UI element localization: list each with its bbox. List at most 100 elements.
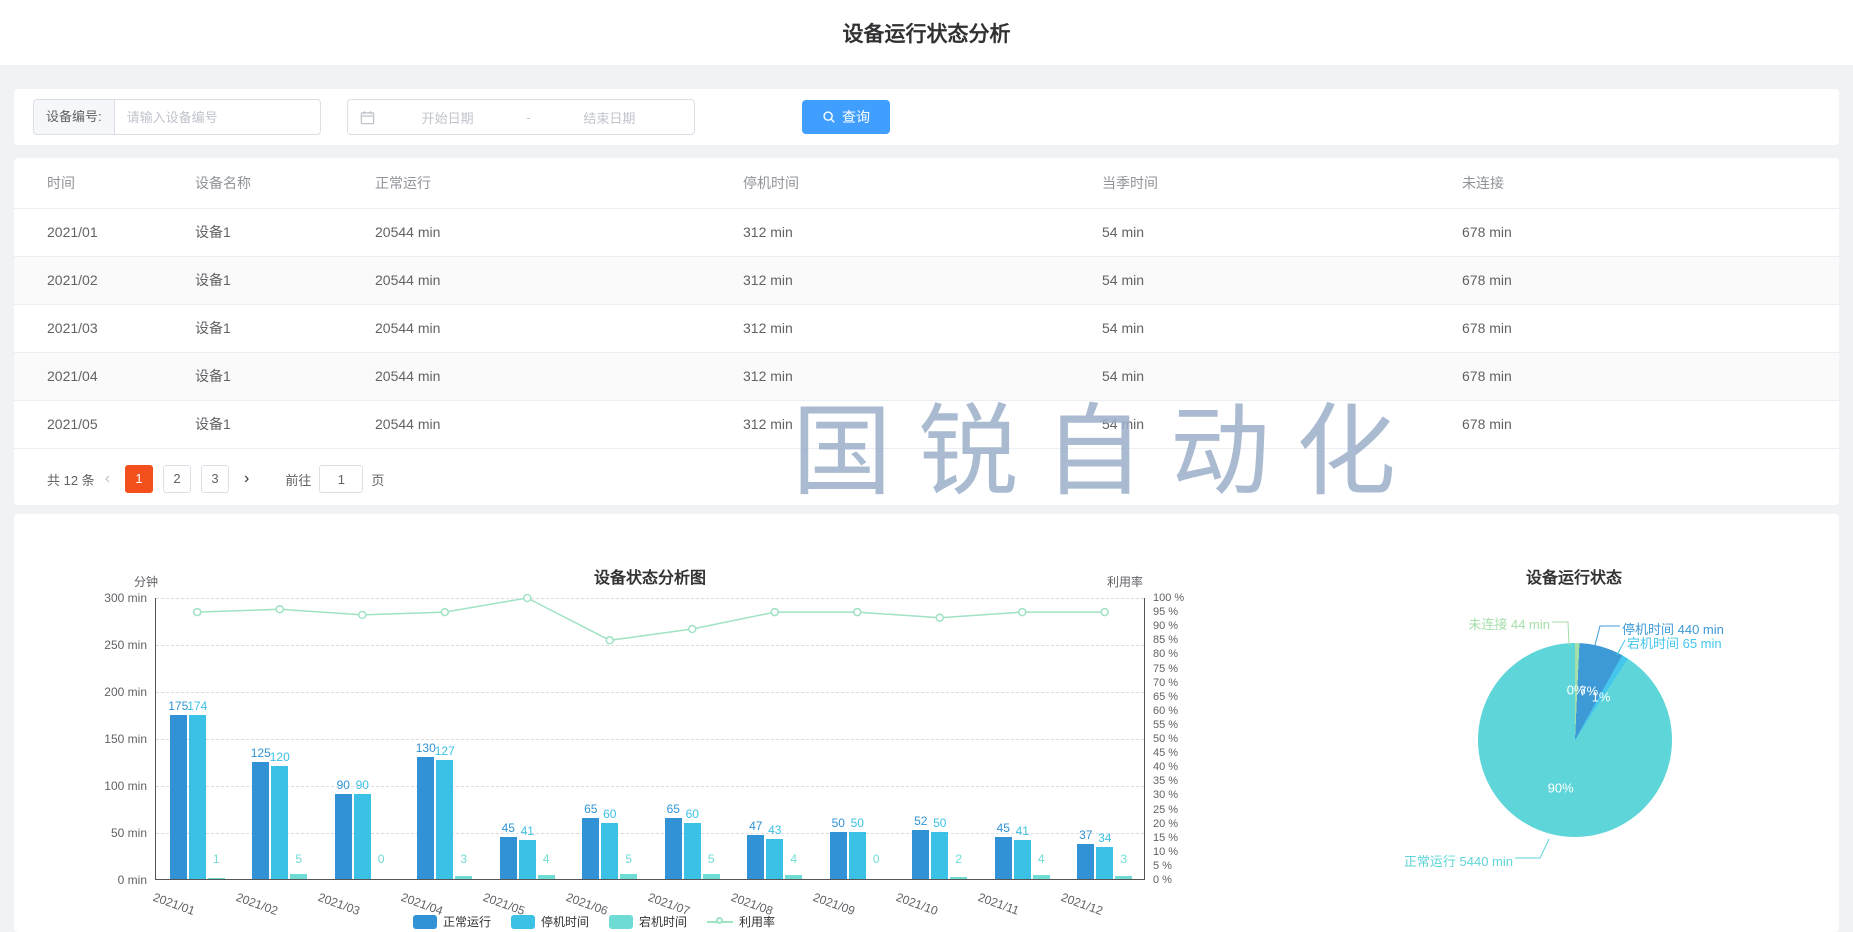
table-row[interactable]: 2021/05设备120544 min312 min54 min678 min bbox=[14, 400, 1839, 448]
date-range-picker[interactable]: 开始日期 - 结束日期 bbox=[347, 99, 695, 135]
legend-label: 正常运行 bbox=[443, 913, 491, 930]
bar-group-2021/05: 45414 bbox=[486, 597, 569, 879]
legend-item-宕机时间[interactable]: 宕机时间 bbox=[609, 913, 687, 930]
bar-宕机时间 bbox=[538, 875, 555, 879]
bar-正常运行 bbox=[417, 757, 434, 879]
bar-value-label: 3 bbox=[446, 852, 482, 866]
bar-宕机时间 bbox=[703, 874, 720, 879]
bar-group-2021/04: 1301273 bbox=[404, 597, 487, 879]
bar-宕机时间 bbox=[208, 878, 225, 879]
page-button-1[interactable]: 1 bbox=[125, 465, 153, 493]
table-row[interactable]: 2021/02设备120544 min312 min54 min678 min bbox=[14, 256, 1839, 304]
bar-value-label: 41 bbox=[1004, 824, 1040, 838]
column-header: 当季时间 bbox=[1102, 158, 1462, 208]
bar-value-label: 34 bbox=[1087, 831, 1123, 845]
legend-swatch bbox=[413, 915, 437, 929]
bar-正常运行 bbox=[1077, 844, 1094, 879]
legend-swatch bbox=[511, 915, 535, 929]
table-cell: 2021/04 bbox=[14, 352, 195, 400]
bar-停机时间 bbox=[601, 823, 618, 879]
legend-item-利用率[interactable]: 利用率 bbox=[707, 913, 775, 930]
bar-正常运行 bbox=[252, 762, 269, 880]
bar-value-label: 4 bbox=[1023, 852, 1059, 866]
bar-value-label: 5 bbox=[611, 852, 647, 866]
legend-item-停机时间[interactable]: 停机时间 bbox=[511, 913, 589, 930]
bar-宕机时间 bbox=[1033, 875, 1050, 879]
bar-停机时间 bbox=[684, 823, 701, 879]
table-cell: 54 min bbox=[1102, 304, 1462, 352]
bar-正常运行 bbox=[335, 794, 352, 879]
bar-value-label: 60 bbox=[674, 807, 710, 821]
bar-正常运行 bbox=[582, 818, 599, 879]
search-icon bbox=[822, 110, 836, 124]
page-button-2[interactable]: 2 bbox=[163, 465, 191, 493]
bar-value-label: 1 bbox=[198, 852, 234, 866]
y-axis-tick-left: 50 min bbox=[111, 826, 147, 840]
table-cell: 20544 min bbox=[375, 400, 743, 448]
device-number-group: 设备编号: bbox=[33, 99, 321, 135]
page-title: 设备运行状态分析 bbox=[843, 18, 1011, 48]
device-number-label: 设备编号: bbox=[33, 99, 114, 135]
bar-正常运行 bbox=[912, 830, 929, 879]
pie-callout-宕机时间: 宕机时间 65 min bbox=[1627, 633, 1722, 652]
pie-chart: 0%7%1%90% bbox=[1478, 643, 1672, 837]
query-button[interactable]: 查询 bbox=[802, 100, 890, 134]
bar-value-label: 5 bbox=[693, 852, 729, 866]
device-table-card: 时间设备名称正常运行停机时间当季时间未连接 2021/01设备120544 mi… bbox=[14, 158, 1839, 505]
status-analysis-chart: 设备状态分析图 分钟 利用率 0 min50 min100 min150 min… bbox=[14, 514, 1174, 932]
table-header-row: 时间设备名称正常运行停机时间当季时间未连接 bbox=[14, 158, 1839, 208]
bar-group-2021/02: 1251205 bbox=[239, 597, 322, 879]
table-cell: 2021/03 bbox=[14, 304, 195, 352]
bar-value-label: 4 bbox=[528, 852, 564, 866]
chart-legend: 正常运行 停机时间 宕机时间 利用率 bbox=[14, 913, 1174, 930]
bar-value-label: 2 bbox=[941, 852, 977, 866]
query-button-label: 查询 bbox=[842, 107, 870, 127]
bar-group-2021/09: 50500 bbox=[816, 597, 899, 879]
bar-value-label: 50 bbox=[839, 816, 875, 830]
table-cell: 54 min bbox=[1102, 352, 1462, 400]
bar-group-2021/08: 47434 bbox=[734, 597, 817, 879]
table-cell: 20544 min bbox=[375, 208, 743, 256]
right-axis-name: 利用率 bbox=[1107, 573, 1143, 590]
legend-item-正常运行[interactable]: 正常运行 bbox=[413, 913, 491, 930]
table-row[interactable]: 2021/03设备120544 min312 min54 min678 min bbox=[14, 304, 1839, 352]
goto-label: 前往 bbox=[285, 470, 311, 489]
legend-label: 停机时间 bbox=[541, 913, 589, 930]
bar-value-label: 120 bbox=[262, 750, 298, 764]
pie-callout-正常运行: 正常运行 5440 min bbox=[1404, 851, 1513, 870]
column-header: 正常运行 bbox=[375, 158, 743, 208]
table-cell: 54 min bbox=[1102, 400, 1462, 448]
next-page-icon[interactable]: › bbox=[234, 470, 259, 488]
device-number-input[interactable] bbox=[114, 99, 321, 135]
table-cell: 678 min bbox=[1462, 304, 1839, 352]
pie-callout-未连接: 未连接 44 min bbox=[1468, 614, 1550, 633]
table-cell: 312 min bbox=[743, 352, 1102, 400]
bar-group-2021/01: 1751741 bbox=[156, 597, 239, 879]
date-start-placeholder[interactable]: 开始日期 bbox=[375, 108, 520, 127]
table-row[interactable]: 2021/04设备120544 min312 min54 min678 min bbox=[14, 352, 1839, 400]
legend-line-marker bbox=[707, 921, 733, 923]
bar-value-label: 5 bbox=[281, 852, 317, 866]
legend-swatch bbox=[609, 915, 633, 929]
y-axis-tick-left: 0 min bbox=[118, 873, 147, 887]
app-header: 设备运行状态分析 bbox=[0, 0, 1853, 65]
bar-value-label: 50 bbox=[922, 816, 958, 830]
y-axis-tick-right: 0 % bbox=[1153, 874, 1172, 886]
goto-page-input[interactable] bbox=[319, 465, 363, 493]
bar-chart-title: 设备状态分析图 bbox=[594, 564, 706, 588]
bar-value-label: 4 bbox=[776, 852, 812, 866]
bar-group-2021/07: 65605 bbox=[651, 597, 734, 879]
page-button-3[interactable]: 3 bbox=[201, 465, 229, 493]
y-axis-tick-left: 100 min bbox=[104, 779, 147, 793]
legend-label: 利用率 bbox=[739, 913, 775, 930]
prev-page-icon[interactable]: ‹ bbox=[95, 470, 120, 488]
bar-停机时间 bbox=[354, 794, 371, 879]
date-end-placeholder[interactable]: 结束日期 bbox=[537, 108, 682, 127]
bar-value-label: 43 bbox=[757, 823, 793, 837]
pie-percent-宕机时间: 1% bbox=[1592, 689, 1611, 704]
table-row[interactable]: 2021/01设备120544 min312 min54 min678 min bbox=[14, 208, 1839, 256]
bar-宕机时间 bbox=[290, 874, 307, 879]
bar-正常运行 bbox=[747, 835, 764, 879]
table-cell: 678 min bbox=[1462, 208, 1839, 256]
y-axis-tick-left: 250 min bbox=[104, 638, 147, 652]
